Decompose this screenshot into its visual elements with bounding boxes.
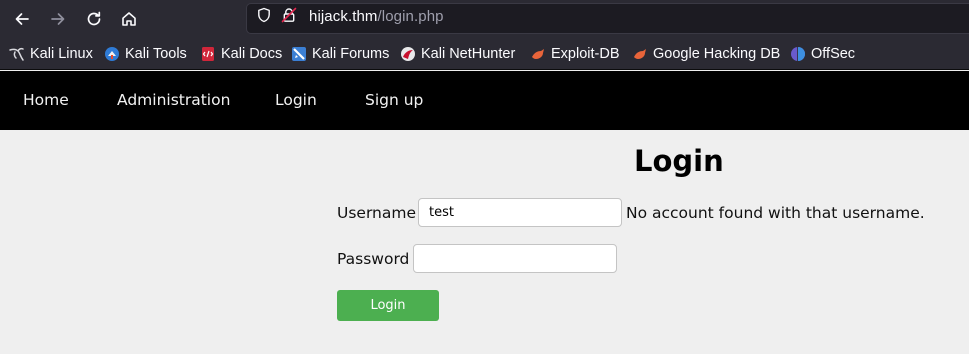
home-icon <box>122 12 136 26</box>
back-arrow-icon <box>15 13 29 25</box>
bookmark-exploit-db[interactable]: Exploit-DB <box>530 44 620 64</box>
bookmark-label: Google Hacking DB <box>653 46 781 62</box>
username-label: Username <box>337 204 417 222</box>
forward-button[interactable] <box>46 7 70 31</box>
reload-icon <box>87 11 101 26</box>
username-input[interactable] <box>418 198 622 227</box>
error-message: No account found with that username. <box>626 204 925 222</box>
kali-tools-icon <box>105 47 119 61</box>
password-input[interactable] <box>413 244 617 273</box>
bookmark-kali-linux[interactable]: Kali Linux <box>9 44 93 64</box>
browser-toolbar: hijack.thm/login.php <box>0 0 969 38</box>
kali-dragon-icon <box>9 47 24 61</box>
bookmark-google-hacking-db[interactable]: Google Hacking DB <box>632 44 780 64</box>
page-title: Login <box>634 144 724 178</box>
google-hacking-db-icon <box>634 49 646 59</box>
kali-forums-icon <box>292 47 306 61</box>
bookmark-kali-docs[interactable]: Kali Docs <box>200 44 282 64</box>
bookmark-label: Kali Docs <box>221 46 283 62</box>
bookmarks-bar: Kali Linux Kali Tools Kali Docs Kali For… <box>0 38 969 70</box>
bookmark-label: Kali Tools <box>125 46 187 62</box>
url-host: hijack.thm <box>309 8 378 25</box>
reload-button[interactable] <box>82 7 106 31</box>
offsec-icon <box>791 47 805 61</box>
bookmark-label: Kali NetHunter <box>421 46 516 62</box>
nav-link-signup[interactable]: Sign up <box>365 91 423 109</box>
back-button[interactable] <box>10 7 34 31</box>
nav-link-home[interactable]: Home <box>23 91 69 109</box>
password-label: Password <box>337 250 410 268</box>
home-button[interactable] <box>117 7 141 31</box>
bookmark-offsec[interactable]: OffSec <box>790 44 855 64</box>
nav-link-login[interactable]: Login <box>275 91 317 109</box>
site-navbar: Home Administration Login Sign up <box>0 71 969 130</box>
url-path: /login.php <box>377 8 444 25</box>
bookmark-kali-forums[interactable]: Kali Forums <box>291 44 389 64</box>
kali-nethunter-icon <box>401 47 415 61</box>
kali-docs-icon <box>202 47 214 61</box>
bookmark-label: Exploit-DB <box>551 46 620 62</box>
forward-arrow-icon <box>51 13 65 25</box>
bookmark-label: Kali Linux <box>30 46 93 62</box>
nav-link-administration[interactable]: Administration <box>117 91 230 109</box>
bookmark-label: OffSec <box>811 46 856 62</box>
shield-icon[interactable] <box>256 7 272 23</box>
exploit-db-icon <box>532 49 544 59</box>
bookmark-kali-tools[interactable]: Kali Tools <box>104 44 187 64</box>
bookmark-kali-nethunter[interactable]: Kali NetHunter <box>400 44 515 64</box>
insecure-lock-icon-glyph <box>281 7 297 23</box>
login-submit-button[interactable]: Login <box>337 290 439 321</box>
url-text[interactable]: hijack.thm/login.php <box>309 8 444 25</box>
bookmark-label: Kali Forums <box>312 46 390 62</box>
